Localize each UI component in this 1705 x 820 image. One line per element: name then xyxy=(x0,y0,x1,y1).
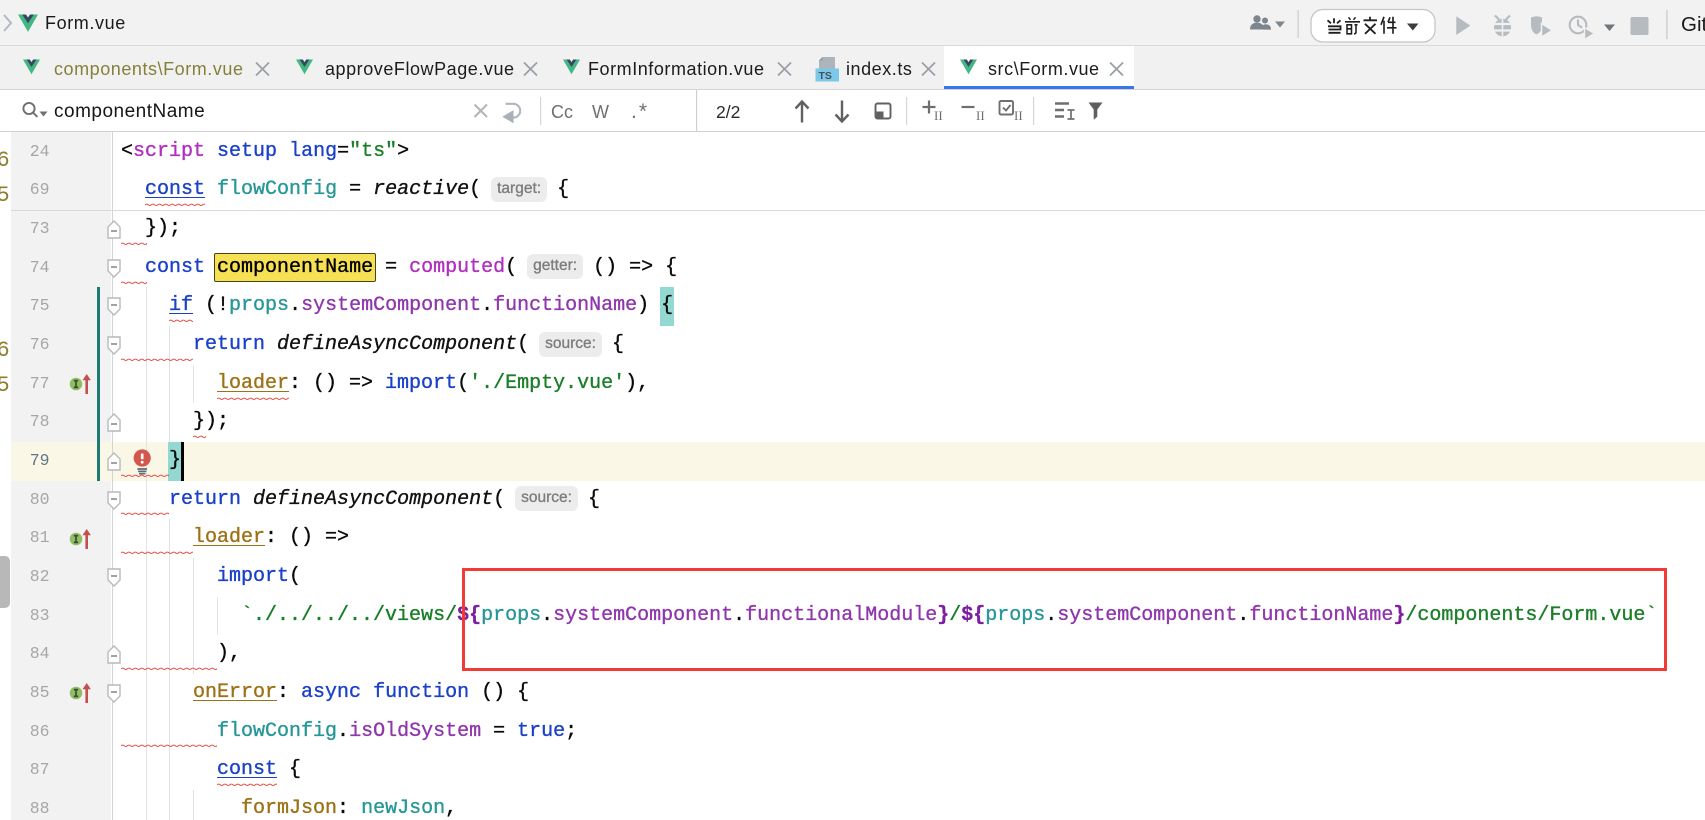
svg-text:.*: .* xyxy=(631,100,649,123)
svg-text:II: II xyxy=(934,108,943,123)
svg-text:W: W xyxy=(592,102,609,122)
svg-text:2/2: 2/2 xyxy=(716,102,740,122)
svg-text:Cc: Cc xyxy=(551,102,573,122)
svg-text:II: II xyxy=(976,108,985,123)
svg-text:II: II xyxy=(1014,108,1023,123)
